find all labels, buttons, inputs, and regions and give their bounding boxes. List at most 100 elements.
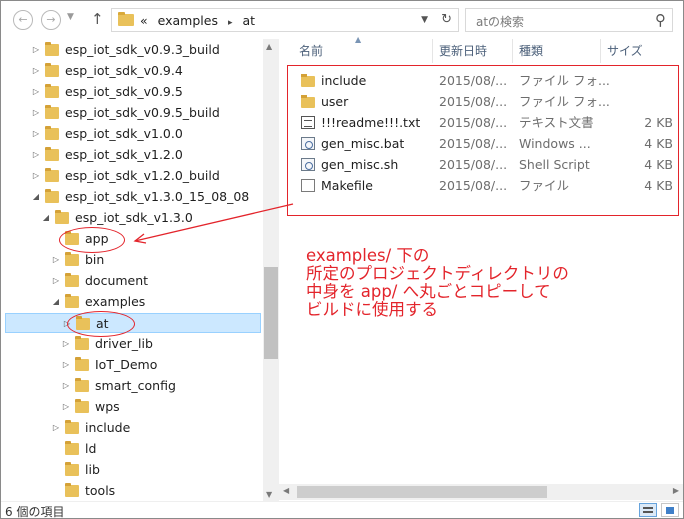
- tree-item-label: examples: [85, 294, 146, 309]
- address-dropdown-icon[interactable]: ▼: [421, 15, 428, 25]
- tree-item-label: esp_iot_sdk_v1.2.0: [65, 147, 183, 162]
- tree-item[interactable]: ◢ examples: [1, 292, 261, 312]
- folder-icon: [45, 147, 59, 161]
- folder-icon: [75, 399, 89, 413]
- folder-icon: [75, 378, 89, 392]
- tree-item[interactable]: ▷ smart_config: [1, 376, 261, 396]
- tree-item[interactable]: ▷ esp_iot_sdk_v1.0.0: [1, 124, 261, 144]
- annotation-line: ビルドに使用する: [306, 300, 438, 319]
- breadcrumb-examples[interactable]: examples: [158, 13, 218, 28]
- tree-item[interactable]: ▷ bin: [1, 250, 261, 270]
- tree-item-label: include: [85, 420, 131, 435]
- folder-icon: [45, 42, 59, 56]
- scroll-up-icon[interactable]: ▲: [266, 42, 272, 51]
- expand-arrow-icon[interactable]: ▷: [61, 376, 71, 396]
- collapse-arrow-icon[interactable]: ◢: [31, 187, 41, 207]
- tree-item-label: esp_iot_sdk_v0.9.4: [65, 63, 183, 78]
- tree-item[interactable]: ▷ IoT_Demo: [1, 355, 261, 375]
- folder-icon: [65, 252, 79, 266]
- breadcrumb: « examples ▸ at: [140, 13, 261, 28]
- tree-item[interactable]: ▷ document: [1, 271, 261, 291]
- large-icons-view-button[interactable]: [661, 503, 679, 517]
- tree-item[interactable]: app: [1, 229, 261, 249]
- tree-item[interactable]: ▷ esp_iot_sdk_v0.9.4: [1, 61, 261, 81]
- tree-item[interactable]: ▷ esp_iot_sdk_v0.9.3_build: [1, 40, 261, 60]
- scroll-down-icon[interactable]: ▼: [266, 490, 272, 499]
- tree-item-label: lib: [85, 462, 100, 477]
- folder-icon: [75, 357, 89, 371]
- tree-item-label: bin: [85, 252, 105, 267]
- tree-item[interactable]: ◢ esp_iot_sdk_v1.3.0_15_08_08: [1, 187, 261, 207]
- tree-item[interactable]: lib: [1, 460, 261, 480]
- search-input[interactable]: atの検索: [476, 13, 524, 30]
- scroll-left-icon[interactable]: ◀: [283, 486, 289, 495]
- expand-arrow-icon[interactable]: ▷: [31, 124, 41, 144]
- tree-scrollbar[interactable]: ▲ ▼: [263, 39, 279, 501]
- expand-arrow-icon[interactable]: ▷: [61, 355, 71, 375]
- annotation-note: examples/ 下の 所定のプロジェクトディレクトリの 中身を app/ へ…: [306, 247, 569, 319]
- breadcrumb-at[interactable]: at: [242, 13, 255, 28]
- navigation-pane: ▷ esp_iot_sdk_v0.9.3_build ▷ esp_iot_sdk_v0…: [1, 39, 263, 501]
- back-button[interactable]: ←: [13, 10, 33, 30]
- tree-item[interactable]: ld: [1, 439, 261, 459]
- expand-arrow-icon[interactable]: ▷: [51, 250, 61, 270]
- expand-arrow-icon[interactable]: ▷: [51, 271, 61, 291]
- refresh-icon[interactable]: ↻: [441, 12, 452, 27]
- address-toolbar: ← → ▼ ↑ « examples ▸ at ▼ ↻ atの検索 ⚲: [1, 1, 683, 39]
- expand-arrow-icon[interactable]: ▷: [31, 40, 41, 60]
- tree-item[interactable]: ▷ esp_iot_sdk_v0.9.5_build: [1, 103, 261, 123]
- horizontal-scrollbar[interactable]: ◀ ▶: [279, 484, 683, 500]
- details-view-button[interactable]: [639, 503, 657, 517]
- tree-item-label: ld: [85, 441, 97, 456]
- expand-arrow-icon[interactable]: ▷: [31, 82, 41, 102]
- expand-arrow-icon[interactable]: ▷: [31, 103, 41, 123]
- tree-item-label: wps: [95, 399, 120, 414]
- folder-icon: [45, 126, 59, 140]
- scrollbar-thumb[interactable]: [297, 486, 547, 498]
- folder-icon: [45, 84, 59, 98]
- tree-item-label: driver_lib: [95, 336, 153, 351]
- expand-arrow-icon[interactable]: ▷: [31, 166, 41, 186]
- folder-icon: [118, 12, 134, 26]
- tree-item-label: tools: [85, 483, 116, 498]
- tree-item[interactable]: ◢ esp_iot_sdk_v1.3.0: [1, 208, 261, 228]
- tree-item-label: esp_iot_sdk_v1.3.0: [75, 210, 193, 225]
- collapse-arrow-icon[interactable]: ◢: [51, 292, 61, 312]
- tree-item-label: document: [85, 273, 149, 288]
- folder-icon: [45, 168, 59, 182]
- forward-button[interactable]: →: [41, 10, 61, 30]
- scrollbar-thumb[interactable]: [264, 267, 278, 359]
- scroll-right-icon[interactable]: ▶: [673, 486, 679, 495]
- expand-arrow-icon[interactable]: ▷: [51, 418, 61, 438]
- up-arrow-icon[interactable]: ↑: [91, 10, 104, 28]
- expand-arrow-icon[interactable]: ▷: [31, 61, 41, 81]
- annotation-line: 所定のプロジェクトディレクトリの: [306, 264, 569, 283]
- collapse-arrow-icon[interactable]: ◢: [41, 208, 51, 228]
- folder-icon: [65, 483, 79, 497]
- column-header-size[interactable]: サイズ: [601, 39, 683, 63]
- tree-item[interactable]: ▷ include: [1, 418, 261, 438]
- tree-item[interactable]: ▷ esp_iot_sdk_v1.2.0_build: [1, 166, 261, 186]
- breadcrumb-overflow[interactable]: «: [140, 13, 148, 28]
- tree-item-label: esp_iot_sdk_v0.9.3_build: [65, 42, 220, 57]
- column-header-type[interactable]: 種類: [513, 39, 601, 63]
- recent-locations-chevron-icon[interactable]: ▼: [67, 12, 74, 22]
- search-icon[interactable]: ⚲: [655, 11, 666, 29]
- tree-item[interactable]: ▷ esp_iot_sdk_v0.9.5: [1, 82, 261, 102]
- tree-item[interactable]: ▷ wps: [1, 397, 261, 417]
- tree-item-label: esp_iot_sdk_v1.2.0_build: [65, 168, 220, 183]
- tree-item-label: esp_iot_sdk_v0.9.5_build: [65, 105, 220, 120]
- tree-item[interactable]: ▷ esp_iot_sdk_v1.2.0: [1, 145, 261, 165]
- folder-icon: [65, 273, 79, 287]
- expand-arrow-icon[interactable]: ▷: [61, 397, 71, 417]
- column-header-name[interactable]: 名前: [279, 39, 433, 63]
- tree-item[interactable]: tools: [1, 481, 261, 501]
- search-box[interactable]: atの検索 ⚲: [465, 8, 673, 32]
- tree-item[interactable]: ▷ driver_lib: [1, 334, 261, 354]
- column-header-date[interactable]: 更新日時: [433, 39, 513, 63]
- expand-arrow-icon[interactable]: ▷: [31, 145, 41, 165]
- expand-arrow-icon[interactable]: ▷: [61, 334, 71, 354]
- address-bar[interactable]: « examples ▸ at ▼ ↻: [111, 8, 459, 32]
- explorer-window: ← → ▼ ↑ « examples ▸ at ▼ ↻ atの検索 ⚲ ▷ esp…: [0, 0, 684, 519]
- breadcrumb-separator-icon[interactable]: ▸: [228, 18, 233, 28]
